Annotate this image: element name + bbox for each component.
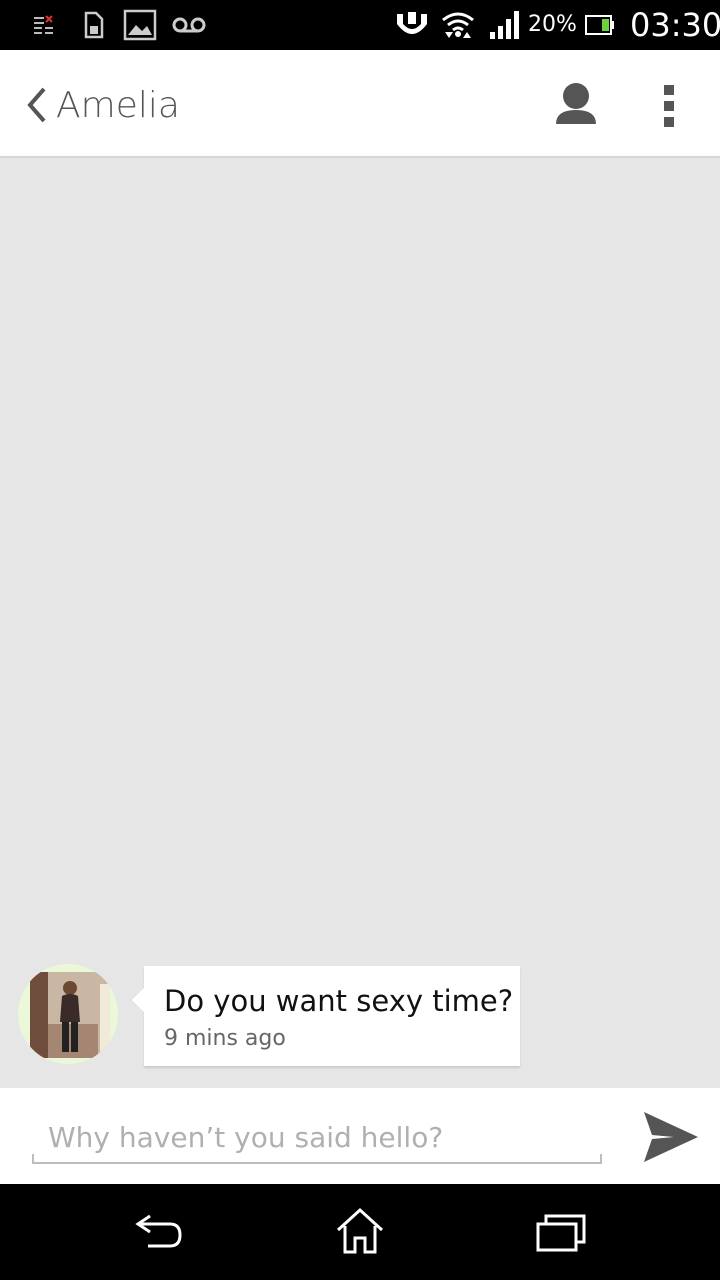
chat-area[interactable]: Do you want sexy time? 9 mins ago	[0, 158, 720, 1088]
send-button[interactable]	[640, 1108, 702, 1166]
back-button[interactable]: Amelia	[24, 80, 194, 130]
back-chevron-icon	[27, 87, 46, 123]
status-bar: 20% 03:30	[0, 0, 720, 50]
overflow-menu-button[interactable]	[650, 80, 690, 132]
back-icon	[135, 1214, 182, 1248]
message-input[interactable]	[32, 1112, 602, 1164]
gallery-icon	[122, 9, 158, 41]
avatar-photo	[30, 972, 110, 1058]
message-timestamp: 9 mins ago	[164, 1026, 286, 1051]
clock: 03:30	[630, 6, 720, 44]
home-icon	[336, 1207, 384, 1254]
compose-bar	[0, 1088, 720, 1184]
battery-percent: 20%	[528, 12, 577, 37]
input-underline-right-cap	[600, 1154, 602, 1164]
nav-back-button[interactable]	[130, 1206, 190, 1256]
bubble-tail	[132, 988, 144, 1012]
nav-home-button[interactable]	[330, 1206, 390, 1256]
voicemail-icon	[170, 9, 208, 41]
contact-name: Amelia	[56, 84, 180, 126]
profile-button[interactable]	[550, 80, 602, 132]
send-icon	[644, 1112, 698, 1162]
sim-card-icon	[82, 9, 106, 41]
stamina-mode-icon	[394, 9, 430, 41]
message-text: Do you want sexy time?	[164, 984, 514, 1018]
wifi-icon	[440, 9, 476, 41]
input-underline-left-cap	[32, 1154, 34, 1164]
overflow-menu-icon	[664, 85, 674, 127]
navigation-bar	[0, 1184, 720, 1280]
nav-recent-apps-button[interactable]	[532, 1206, 592, 1256]
battery-icon	[584, 9, 616, 41]
message-bubble[interactable]: Do you want sexy time? 9 mins ago	[132, 966, 520, 1066]
recent-apps-icon	[536, 1214, 586, 1252]
avatar[interactable]	[18, 964, 118, 1064]
profile-icon	[556, 83, 596, 124]
notification-list-icon	[32, 9, 56, 41]
signal-icon	[488, 9, 522, 41]
app-bar: Amelia	[0, 50, 720, 158]
